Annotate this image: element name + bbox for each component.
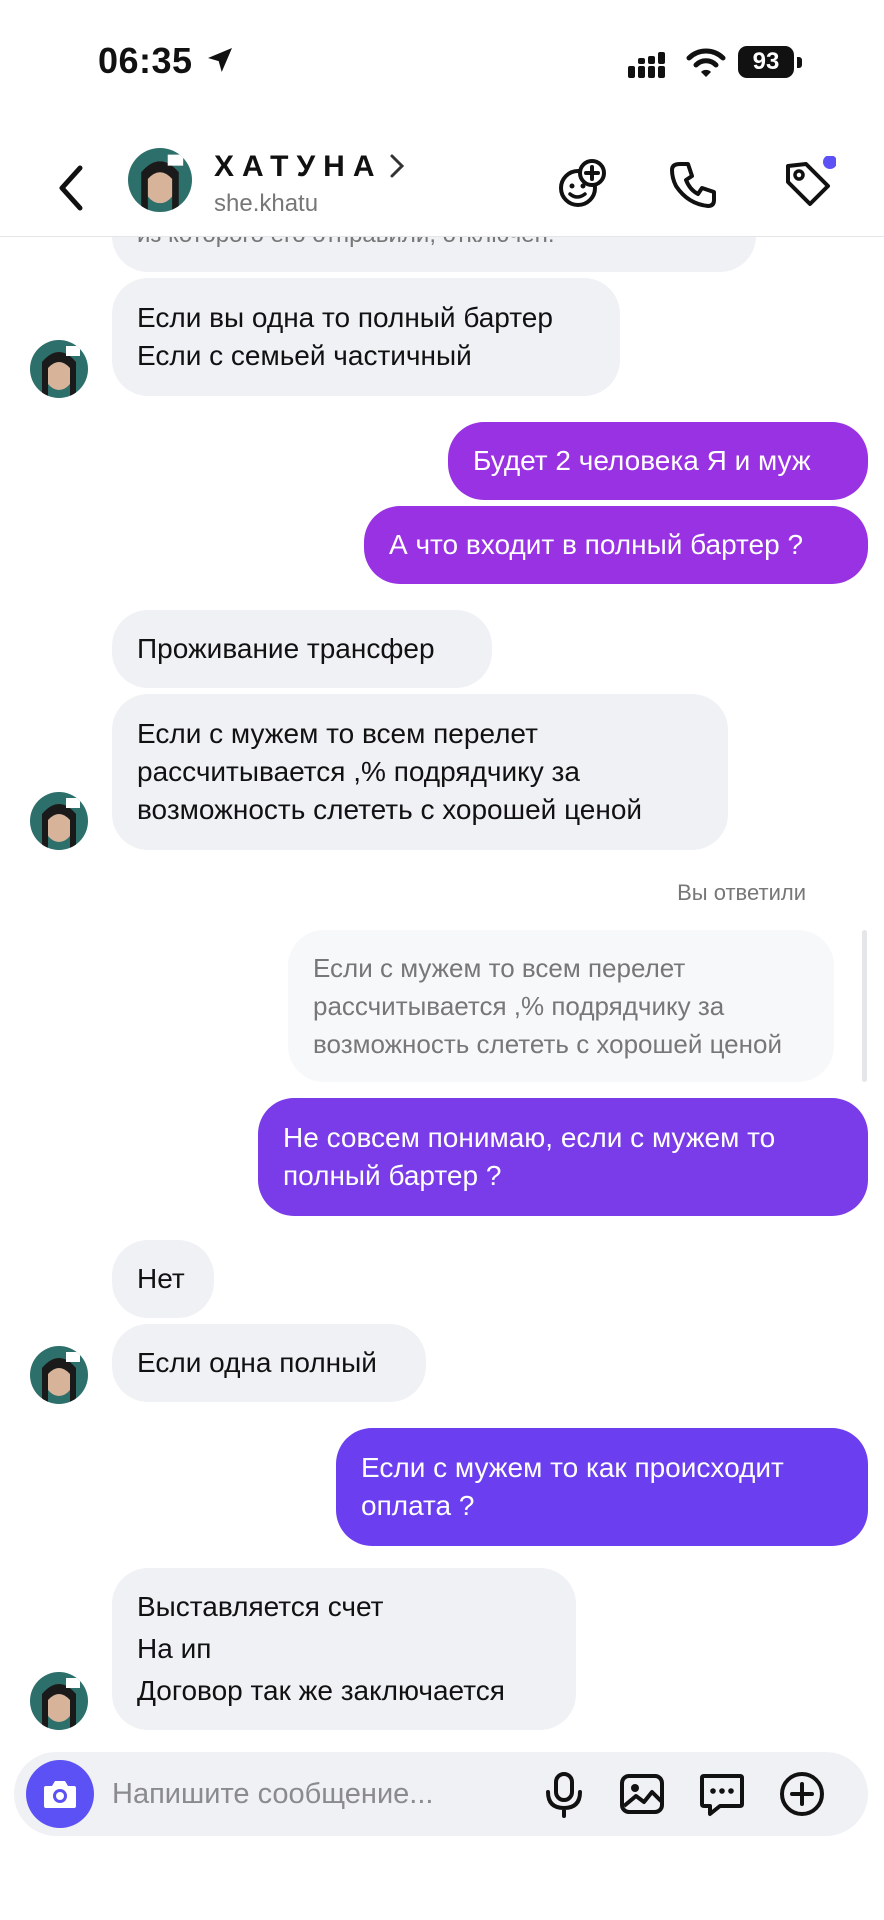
- message-text: Проживание трансфер: [137, 633, 435, 664]
- microphone-icon[interactable]: [540, 1770, 588, 1818]
- contact-username[interactable]: she.khatu: [214, 190, 318, 218]
- message-incoming[interactable]: Выставляется счет На ип Договор так же з…: [112, 1568, 576, 1730]
- message-text: Будет 2 человека Я и муж: [473, 445, 811, 476]
- chevron-right-icon[interactable]: [388, 152, 406, 180]
- message-line: оплата ?: [361, 1490, 475, 1521]
- message-input[interactable]: [112, 1752, 532, 1836]
- message-line: Выставляется счет: [137, 1591, 384, 1622]
- avatar[interactable]: [30, 1346, 88, 1404]
- message-outgoing[interactable]: Будет 2 человека Я и муж: [448, 422, 868, 500]
- camera-button[interactable]: [26, 1760, 94, 1828]
- message-outgoing[interactable]: А что входит в полный бартер ?: [364, 506, 868, 584]
- tag-icon[interactable]: [780, 156, 836, 212]
- message-line: Если с мужем то всем перелет: [137, 718, 538, 749]
- contact-name[interactable]: ХАТУНА: [214, 150, 383, 184]
- plus-icon[interactable]: [778, 1770, 826, 1818]
- gallery-icon[interactable]: [618, 1770, 666, 1818]
- message-text: А что входит в полный бартер ?: [389, 529, 804, 560]
- message-line: Если с семьей частичный: [137, 340, 472, 371]
- message-line: Договор так же заключается: [137, 1675, 505, 1706]
- replied-label: Вы ответили: [677, 880, 806, 905]
- quoted-line: рассчитывается ,% подрядчику за: [313, 991, 725, 1021]
- sticker-icon[interactable]: [698, 1770, 746, 1818]
- message-incoming[interactable]: Если вы одна то полный бартер Если с сем…: [112, 278, 620, 396]
- header-avatar[interactable]: [128, 148, 192, 212]
- message-composer: [14, 1752, 868, 1836]
- message-line: На ип: [137, 1633, 212, 1664]
- status-time: 06:35: [98, 40, 193, 81]
- battery-icon: 93: [738, 46, 804, 80]
- message-outgoing[interactable]: Не совсем понимаю, если с мужем то полны…: [258, 1098, 868, 1216]
- battery-level: 93: [738, 46, 794, 78]
- message-line: Если вы одна то полный бартер: [137, 302, 553, 333]
- message-incoming[interactable]: Если с мужем то всем перелет рассчитывае…: [112, 694, 728, 850]
- message-text: Нет: [137, 1263, 185, 1294]
- message-line: рассчитывается ,% подрядчику за: [137, 756, 580, 787]
- chat-header: ХАТУНА she.khatu: [0, 140, 884, 237]
- message-outgoing[interactable]: Если с мужем то как происходит оплата ?: [336, 1428, 868, 1546]
- avatar[interactable]: [30, 340, 88, 398]
- message-line: полный бартер ?: [283, 1160, 502, 1191]
- back-chevron-icon[interactable]: [52, 158, 92, 218]
- message-incoming[interactable]: Если одна полный: [112, 1324, 426, 1402]
- phone-icon[interactable]: [666, 156, 722, 212]
- message-text: Если одна полный: [137, 1347, 377, 1378]
- signal-icon: [628, 52, 665, 78]
- avatar[interactable]: [30, 792, 88, 850]
- message-line: возможность слететь с хорошей ценой: [137, 794, 643, 825]
- quoted-message[interactable]: Если с мужем то всем перелет рассчитывае…: [288, 930, 834, 1082]
- avatar[interactable]: [30, 1672, 88, 1730]
- wifi-icon: [686, 48, 726, 77]
- message-line: Не совсем понимаю, если с мужем то: [283, 1122, 776, 1153]
- quoted-line: Если с мужем то всем перелет: [313, 953, 686, 983]
- location-arrow-icon: [208, 48, 232, 72]
- reply-indicator-bar: [862, 930, 867, 1082]
- quoted-line: возможность слететь с хорошей ценой: [313, 1029, 782, 1059]
- message-incoming[interactable]: Нет: [112, 1240, 214, 1318]
- message-incoming[interactable]: Проживание трансфер: [112, 610, 492, 688]
- camera-icon: [44, 1781, 76, 1808]
- message-line: Если с мужем то как происходит: [361, 1452, 784, 1483]
- add-effect-icon[interactable]: [554, 156, 610, 212]
